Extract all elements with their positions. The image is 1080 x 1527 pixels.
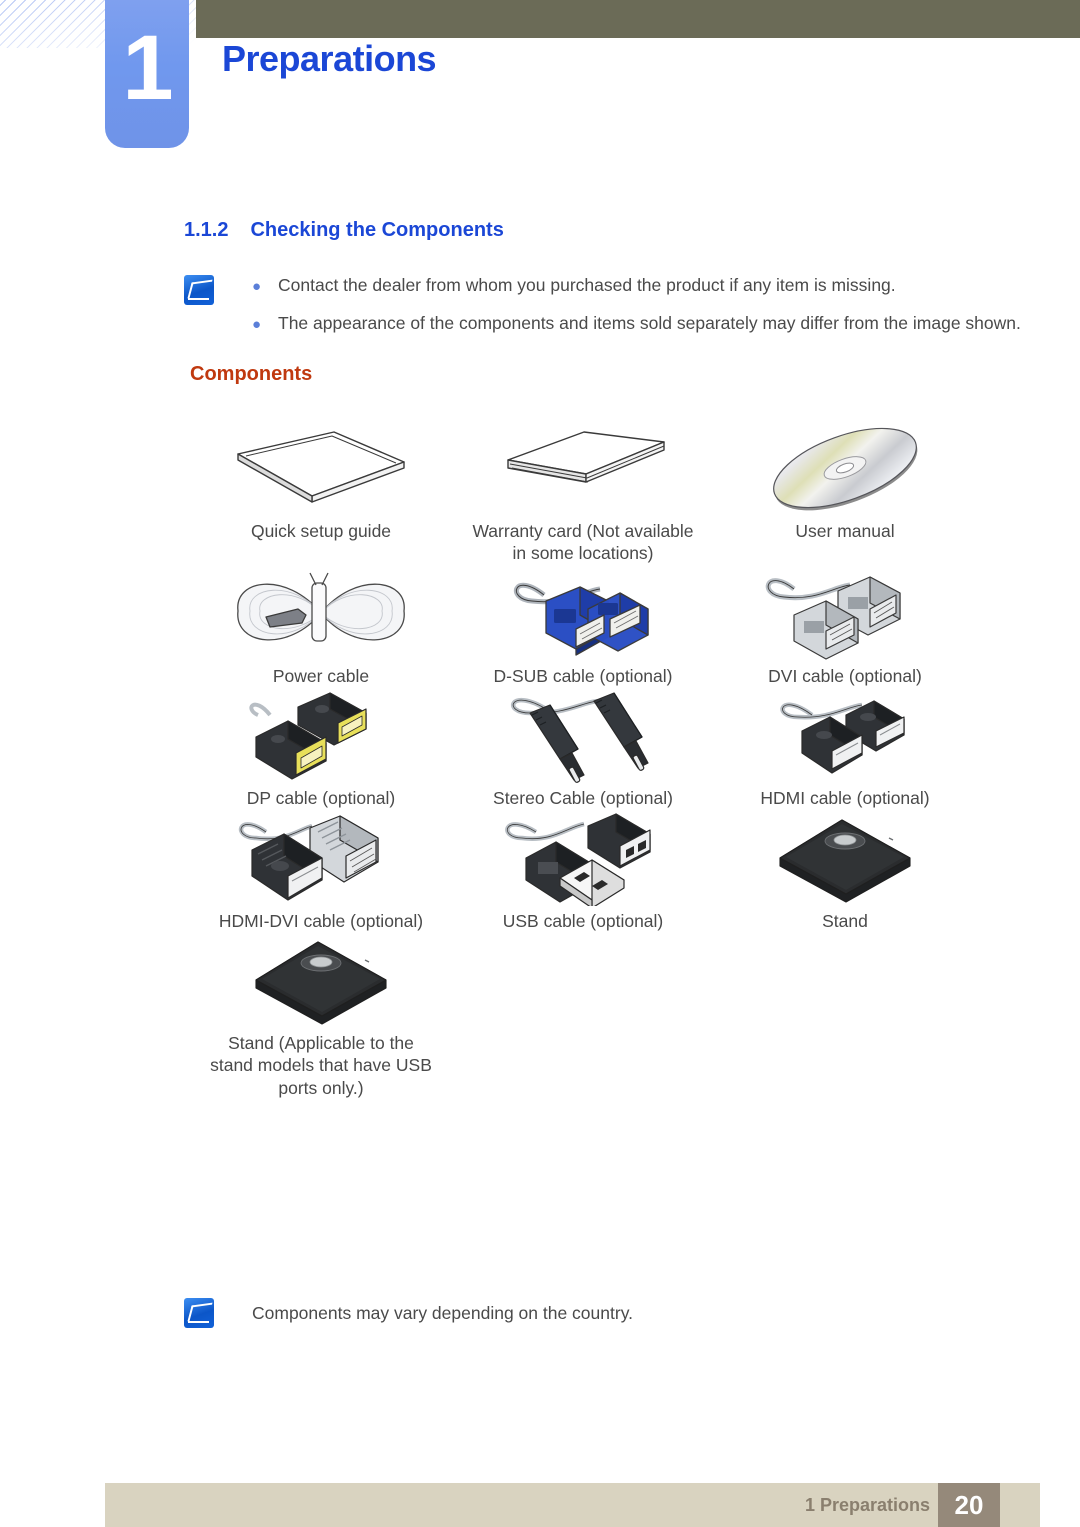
component-stereo-cable: Stereo Cable (optional)	[452, 687, 714, 809]
hdmi-dvi-connector-icon	[221, 810, 421, 906]
section-heading: 1.1.2 Checking the Components	[184, 219, 504, 242]
section-title: Checking the Components	[250, 219, 504, 241]
dsub-connector-icon	[483, 565, 683, 661]
list-item: ● Contact the dealer from whom you purch…	[252, 275, 1044, 296]
components-row: Quick setup guide Warranty card (Not ava…	[190, 420, 1020, 565]
component-user-manual: User manual	[714, 420, 976, 565]
monitor-stand-base-icon	[221, 932, 421, 1028]
header-bar	[196, 0, 1080, 38]
coiled-power-cable-icon	[221, 565, 421, 661]
components-row: DP cable (optional) Stereo Cable (option…	[190, 687, 1020, 809]
stereo-jack-icon	[483, 687, 683, 784]
component-caption: HDMI-DVI cable (optional)	[218, 910, 424, 931]
component-caption: Power cable	[272, 665, 370, 686]
list-item: ● The appearance of the components and i…	[252, 313, 1044, 334]
dvi-connector-icon	[745, 565, 945, 661]
component-caption: Warranty card (Not available in some loc…	[472, 521, 694, 564]
component-caption: USB cable (optional)	[502, 910, 664, 931]
components-row: Power cable D-SUB cable (optional) DVI c…	[190, 565, 1020, 687]
component-caption: Stand (Applicable to the stand models th…	[210, 1032, 432, 1098]
booklet-icon	[221, 420, 421, 516]
component-caption: Stand	[822, 910, 868, 931]
card-stack-icon	[483, 420, 683, 516]
component-caption: Stereo Cable (optional)	[493, 788, 673, 809]
displayport-connector-icon	[221, 687, 421, 783]
components-row: Stand (Applicable to the stand models th…	[190, 932, 1020, 1099]
note-block-top: ● Contact the dealer from whom you purch…	[184, 275, 1044, 351]
component-dsub-cable: D-SUB cable (optional)	[452, 565, 714, 687]
note-bullet-text: Contact the dealer from whom you purchas…	[278, 275, 896, 295]
component-caption: HDMI cable (optional)	[760, 788, 930, 809]
component-caption: DVI cable (optional)	[768, 665, 922, 686]
component-caption: Quick setup guide	[250, 521, 392, 541]
note-bullet-list: ● Contact the dealer from whom you purch…	[252, 275, 1044, 351]
component-stand: Stand	[714, 810, 976, 932]
component-caption: D-SUB cable (optional)	[493, 665, 673, 686]
bullet-dot-icon: ●	[252, 316, 262, 333]
components-row: HDMI-DVI cable (optional) USB cable (opt…	[190, 810, 1020, 932]
component-power-cable: Power cable	[190, 565, 452, 687]
note-bullet-text: The appearance of the components and ite…	[278, 313, 1021, 333]
component-caption: DP cable (optional)	[246, 788, 396, 809]
chapter-number-badge: 1	[105, 0, 189, 148]
usb-connector-icon	[483, 810, 683, 906]
chapter-title: Preparations	[222, 38, 437, 79]
component-usb-cable: USB cable (optional)	[452, 810, 714, 932]
footer-chapter-label: 1 Preparations	[804, 1495, 930, 1515]
page-footer: 1 Preparations 20	[105, 1483, 1040, 1527]
component-dvi-cable: DVI cable (optional)	[714, 565, 976, 687]
component-hdmi-cable: HDMI cable (optional)	[714, 687, 976, 809]
component-stand-usb: Stand (Applicable to the stand models th…	[190, 932, 452, 1099]
component-dp-cable: DP cable (optional)	[190, 687, 452, 809]
bullet-dot-icon: ●	[252, 278, 262, 295]
note-block-bottom: Components may vary depending on the cou…	[184, 1298, 633, 1328]
component-hdmi-dvi-cable: HDMI-DVI cable (optional)	[190, 810, 452, 932]
component-warranty-card: Warranty card (Not available in some loc…	[452, 420, 714, 565]
page-number-badge: 20	[938, 1483, 1000, 1527]
note-pen-icon	[184, 275, 214, 305]
components-subheading: Components	[190, 363, 313, 385]
monitor-stand-base-icon	[745, 810, 945, 906]
cd-disc-icon	[745, 420, 945, 516]
note-text: Components may vary depending on the cou…	[252, 1302, 634, 1323]
component-caption: User manual	[795, 521, 895, 541]
components-grid: Quick setup guide Warranty card (Not ava…	[190, 420, 1020, 1099]
note-pen-icon	[184, 1298, 214, 1328]
section-number: 1.1.2	[184, 219, 229, 241]
component-quick-setup-guide: Quick setup guide	[190, 420, 452, 565]
hdmi-connector-icon	[745, 687, 945, 783]
